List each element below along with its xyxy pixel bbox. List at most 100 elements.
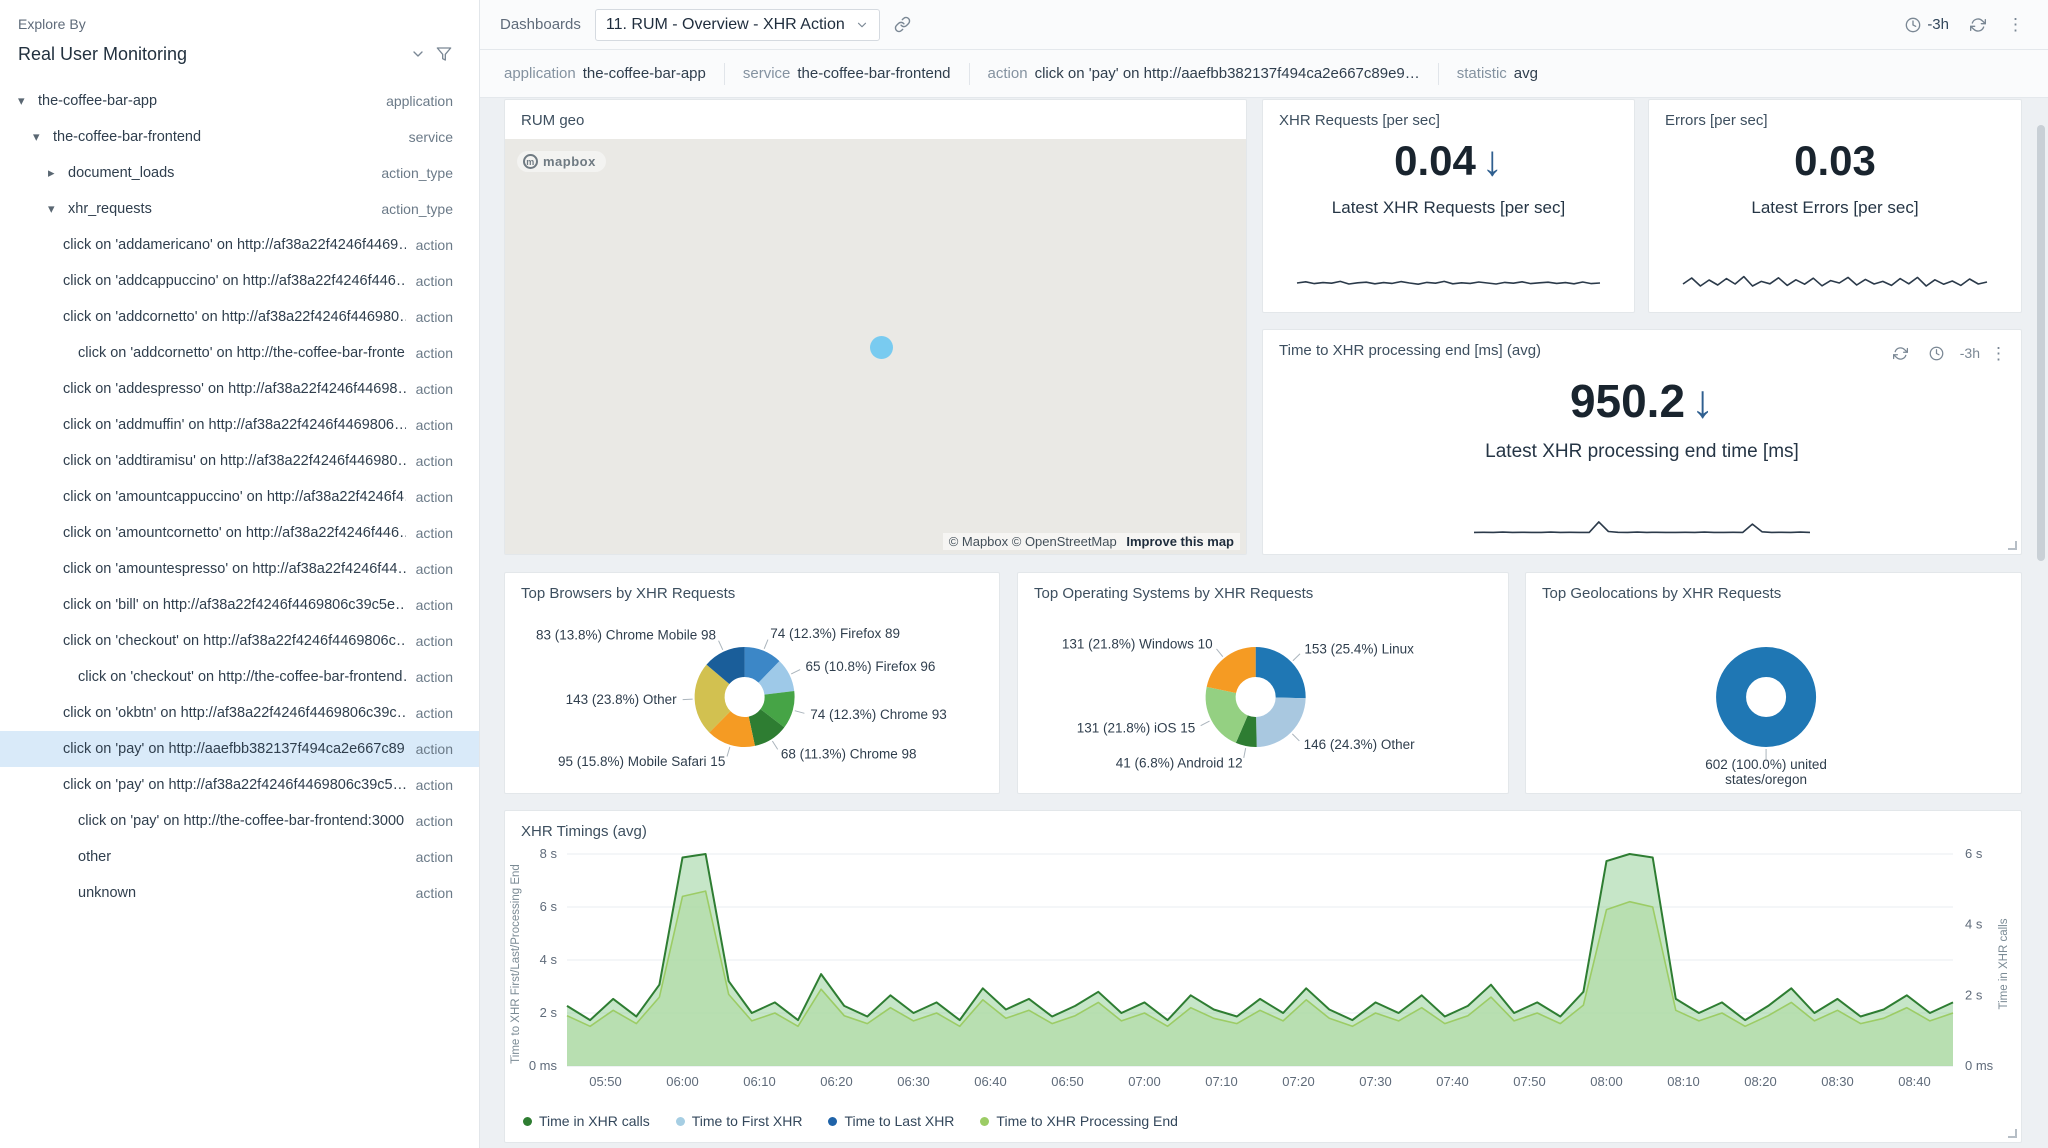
filter-funnel-icon[interactable]: [431, 41, 457, 67]
panel-title: RUM geo: [505, 100, 1246, 129]
time-range-control[interactable]: -3h: [1905, 16, 1949, 33]
refresh-icon[interactable]: [1888, 340, 1914, 366]
tree-item-label: the-coffee-bar-frontend: [53, 129, 399, 145]
panel-title: Top Operating Systems by XHR Requests: [1018, 573, 1508, 602]
kebab-menu-icon[interactable]: ⋮: [2007, 16, 2024, 33]
legend-item[interactable]: Time to First XHR: [676, 1113, 803, 1129]
chevron-down-icon: [855, 18, 869, 32]
explore-type-selector[interactable]: Real User Monitoring: [18, 44, 405, 65]
tree-item[interactable]: click on 'addcornetto' on http://af38a22…: [0, 299, 479, 335]
kpi-caption: Latest XHR Requests [per sec]: [1263, 198, 1634, 218]
filter-action[interactable]: actionclick on 'pay' on http://aaefbb382…: [988, 65, 1420, 82]
panel-title: Top Browsers by XHR Requests: [505, 573, 999, 602]
legend-label: Time to XHR Processing End: [996, 1113, 1178, 1129]
panel-resize-handle[interactable]: [2008, 541, 2017, 550]
tree-item[interactable]: click on 'checkout' on http://the-coffee…: [0, 659, 479, 695]
tree-item[interactable]: ▾xhr_requestsaction_type: [0, 191, 479, 227]
geolocations-donut-chart[interactable]: 602 (100.0%) unitedstates/oregon: [1526, 609, 2021, 793]
tree-item[interactable]: click on 'checkout' on http://af38a22f42…: [0, 623, 479, 659]
tree-item-type-badge: application: [386, 93, 453, 109]
tree-item[interactable]: click on 'bill' on http://af38a22f4246f4…: [0, 587, 479, 623]
tree-item-label: click on 'addmuffin' on http://af38a22f4…: [63, 417, 406, 433]
time-range-value: -3h: [1927, 16, 1949, 33]
dashboards-nav-label[interactable]: Dashboards: [500, 16, 581, 33]
map-data-point[interactable]: [870, 336, 893, 359]
browsers-donut-chart[interactable]: 74 (12.3%) Firefox 8965 (10.8%) Firefox …: [505, 609, 999, 793]
tree-item[interactable]: otheraction: [0, 839, 479, 875]
tree-item[interactable]: click on 'addespresso' on http://af38a22…: [0, 371, 479, 407]
svg-text:2 s: 2 s: [1965, 987, 1983, 1002]
tree-item[interactable]: click on 'addcornetto' on http://the-cof…: [0, 335, 479, 371]
svg-text:65 (10.8%) Firefox 96: 65 (10.8%) Firefox 96: [806, 659, 936, 674]
svg-text:08:00: 08:00: [1590, 1074, 1623, 1089]
chevron-right-icon[interactable]: ▸: [48, 165, 68, 181]
filter-service[interactable]: servicethe-coffee-bar-frontend: [743, 65, 951, 82]
xhr-timings-chart[interactable]: 0 ms2 s4 s6 s8 s0 ms2 s4 s6 s05:5006:000…: [505, 844, 2021, 1106]
legend-item[interactable]: Time to XHR Processing End: [980, 1113, 1178, 1129]
improve-map-link[interactable]: Improve this map: [1126, 534, 1234, 549]
tree-item[interactable]: click on 'addmuffin' on http://af38a22f4…: [0, 407, 479, 443]
tree-item-label: click on 'pay' on http://aaefbb382137f49…: [63, 741, 406, 757]
svg-text:146 (24.3%) Other: 146 (24.3%) Other: [1304, 737, 1416, 752]
filter-separator: [1438, 63, 1439, 85]
chevron-down-icon[interactable]: ▾: [48, 201, 68, 217]
tree-item[interactable]: click on 'amountcappuccino' on http://af…: [0, 479, 479, 515]
tree-item[interactable]: ▸document_loadsaction_type: [0, 155, 479, 191]
chevron-down-icon[interactable]: ▾: [18, 93, 38, 109]
svg-text:68 (11.3%) Chrome 98: 68 (11.3%) Chrome 98: [781, 746, 917, 761]
legend-item[interactable]: Time to Last XHR: [828, 1113, 954, 1129]
tree-item[interactable]: click on 'amountcornetto' on http://af38…: [0, 515, 479, 551]
tree-item[interactable]: click on 'pay' on http://aaefbb382137f49…: [0, 731, 479, 767]
rum-geo-panel: RUM geo mmapbox © Mapbox © OpenStreetMap…: [504, 99, 1247, 555]
vertical-scrollbar-thumb[interactable]: [2037, 125, 2045, 561]
svg-text:06:50: 06:50: [1051, 1074, 1084, 1089]
filter-label: application: [504, 65, 576, 82]
tree-item-type-badge: action: [416, 273, 453, 289]
tree-item-type-badge: service: [409, 129, 453, 145]
tree-item[interactable]: click on 'addcappuccino' on http://af38a…: [0, 263, 479, 299]
trend-down-arrow: ↓: [1482, 137, 1503, 184]
mapbox-logo[interactable]: mmapbox: [517, 151, 606, 172]
kpi-value: 950.2: [1570, 375, 1685, 427]
svg-text:07:20: 07:20: [1282, 1074, 1315, 1089]
tree-item-label: document_loads: [68, 165, 371, 181]
refresh-icon[interactable]: [1965, 12, 1991, 38]
panel-resize-handle[interactable]: [2008, 1129, 2017, 1138]
os-donut-chart[interactable]: 153 (25.4%) Linux146 (24.3%) Other41 (6.…: [1018, 609, 1508, 793]
chevron-down-icon[interactable]: ▾: [33, 129, 53, 145]
legend-dot: [523, 1117, 532, 1126]
tree-item-label: click on 'addcornetto' on http://the-cof…: [78, 345, 406, 361]
tree-item[interactable]: ▾the-coffee-bar-appapplication: [0, 83, 479, 119]
kebab-menu-icon[interactable]: ⋮: [1990, 345, 2007, 362]
filter-label: statistic: [1457, 65, 1507, 82]
tree-item[interactable]: click on 'addtiramisu' on http://af38a22…: [0, 443, 479, 479]
clock-icon[interactable]: [1924, 340, 1950, 366]
legend-item[interactable]: Time in XHR calls: [523, 1113, 650, 1129]
filter-application[interactable]: applicationthe-coffee-bar-app: [504, 65, 706, 82]
svg-text:06:00: 06:00: [666, 1074, 699, 1089]
tree-item[interactable]: ▾the-coffee-bar-frontend service: [0, 119, 479, 155]
svg-text:4 s: 4 s: [1965, 917, 1983, 932]
tree-item[interactable]: click on 'pay' on http://the-coffee-bar-…: [0, 803, 479, 839]
tree-item-type-badge: action: [416, 525, 453, 541]
dashboard-selector[interactable]: 11. RUM - Overview - XHR Action: [595, 9, 880, 41]
map-copyright[interactable]: © Mapbox © OpenStreetMap: [949, 534, 1117, 549]
tree-item-label: click on 'pay' on http://af38a22f4246f44…: [63, 777, 406, 793]
tree-item-label: other: [78, 849, 406, 865]
svg-text:06:40: 06:40: [974, 1074, 1007, 1089]
panel-title: Top Geolocations by XHR Requests: [1526, 573, 2021, 602]
dashboard-grid: RUM geo mmapbox © Mapbox © OpenStreetMap…: [480, 98, 2048, 1148]
filter-statistic[interactable]: statisticavg: [1457, 65, 1538, 82]
kpi-caption: Latest Errors [per sec]: [1649, 198, 2021, 218]
svg-text:95 (15.8%) Mobile Safari 15: 95 (15.8%) Mobile Safari 15: [558, 754, 725, 769]
panel-time-range[interactable]: -3h: [1960, 345, 1980, 361]
tree-item[interactable]: click on 'amountespresso' on http://af38…: [0, 551, 479, 587]
tree-item[interactable]: click on 'addamericano' on http://af38a2…: [0, 227, 479, 263]
tree-item[interactable]: unknownaction: [0, 875, 479, 911]
tree-item[interactable]: click on 'okbtn' on http://af38a22f4246f…: [0, 695, 479, 731]
tree-item[interactable]: click on 'pay' on http://af38a22f4246f44…: [0, 767, 479, 803]
chevron-down-icon[interactable]: [405, 41, 431, 67]
rum-geo-map[interactable]: mmapbox © Mapbox © OpenStreetMap Improve…: [505, 139, 1246, 554]
link-icon[interactable]: [890, 12, 916, 38]
tree-item-type-badge: action: [416, 381, 453, 397]
